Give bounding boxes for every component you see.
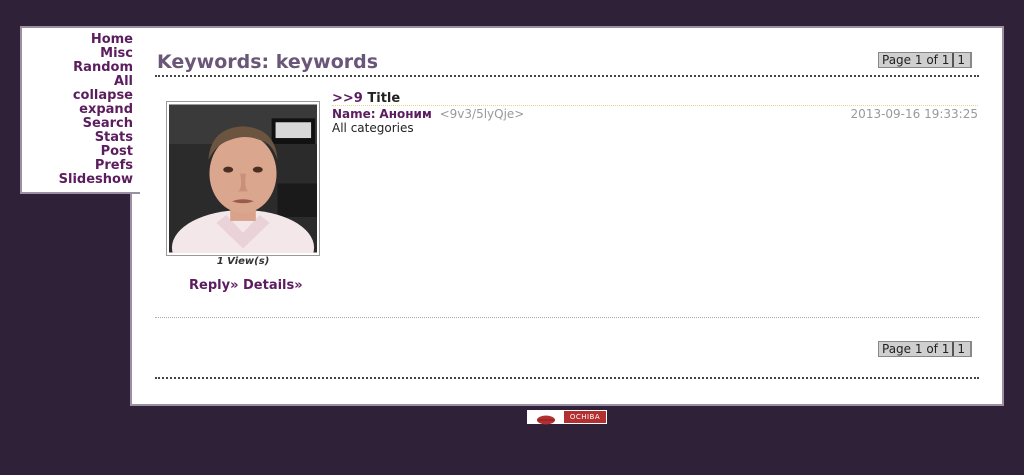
badge-label: OCHIBA: [564, 411, 606, 423]
pager-label: Page 1 of 1: [882, 342, 950, 356]
post-category: All categories: [332, 121, 414, 135]
post-header: >>9 Title: [332, 91, 400, 106]
post-arrows: >>: [332, 91, 354, 106]
view-count: 1 View(s): [216, 256, 270, 267]
nav-post[interactable]: Post: [59, 145, 133, 159]
pager-bottom: Page 1 of 1 1: [878, 341, 972, 357]
tripcode: <9v3/5lyQje>: [439, 107, 525, 121]
pager-page-link[interactable]: 1: [952, 53, 971, 67]
post-date: 2013-09-16 19:33:25: [850, 107, 978, 121]
sidebar: Home Misc Random All collapse expand Sea…: [20, 26, 140, 194]
post-divider: [332, 105, 978, 106]
nav-expand[interactable]: expand: [59, 103, 133, 117]
divider-bottom: [155, 377, 979, 379]
sidebar-nav: Home Misc Random All collapse expand Sea…: [59, 33, 133, 187]
post-meta: Name: Аноним <9v3/5lyQje>: [332, 107, 524, 121]
pager-top: Page 1 of 1 1: [878, 52, 972, 68]
divider-post-end: [155, 317, 979, 318]
nav-search[interactable]: Search: [59, 117, 133, 131]
pager-page-link[interactable]: 1: [952, 342, 971, 356]
page-title: Keywords: keywords: [157, 51, 379, 73]
nav-random[interactable]: Random: [59, 61, 133, 75]
nav-slideshow[interactable]: Slideshow: [59, 173, 133, 187]
nav-home[interactable]: Home: [59, 33, 133, 47]
reply-link[interactable]: Reply»: [189, 278, 238, 293]
details-link[interactable]: Details»: [243, 278, 303, 293]
leaf-icon: [528, 411, 564, 425]
nav-collapse[interactable]: collapse: [59, 89, 133, 103]
post-number: 9: [353, 91, 363, 106]
pager-label: Page 1 of 1: [882, 53, 950, 67]
nav-misc[interactable]: Misc: [59, 47, 133, 61]
nav-all[interactable]: All: [59, 75, 133, 89]
post-title: Title: [367, 91, 401, 106]
photo-image[interactable]: [169, 104, 317, 253]
post-thumbnail[interactable]: [166, 101, 320, 256]
footer-badge[interactable]: OCHIBA: [527, 410, 607, 425]
post-anchor-link[interactable]: >>9: [332, 91, 363, 106]
name-label: Name:: [332, 107, 376, 121]
poster-name: Аноним: [379, 107, 432, 121]
nav-prefs[interactable]: Prefs: [59, 159, 133, 173]
divider-top: [155, 75, 979, 77]
nav-stats[interactable]: Stats: [59, 131, 133, 145]
post-actions: Reply» Details»: [189, 278, 303, 293]
